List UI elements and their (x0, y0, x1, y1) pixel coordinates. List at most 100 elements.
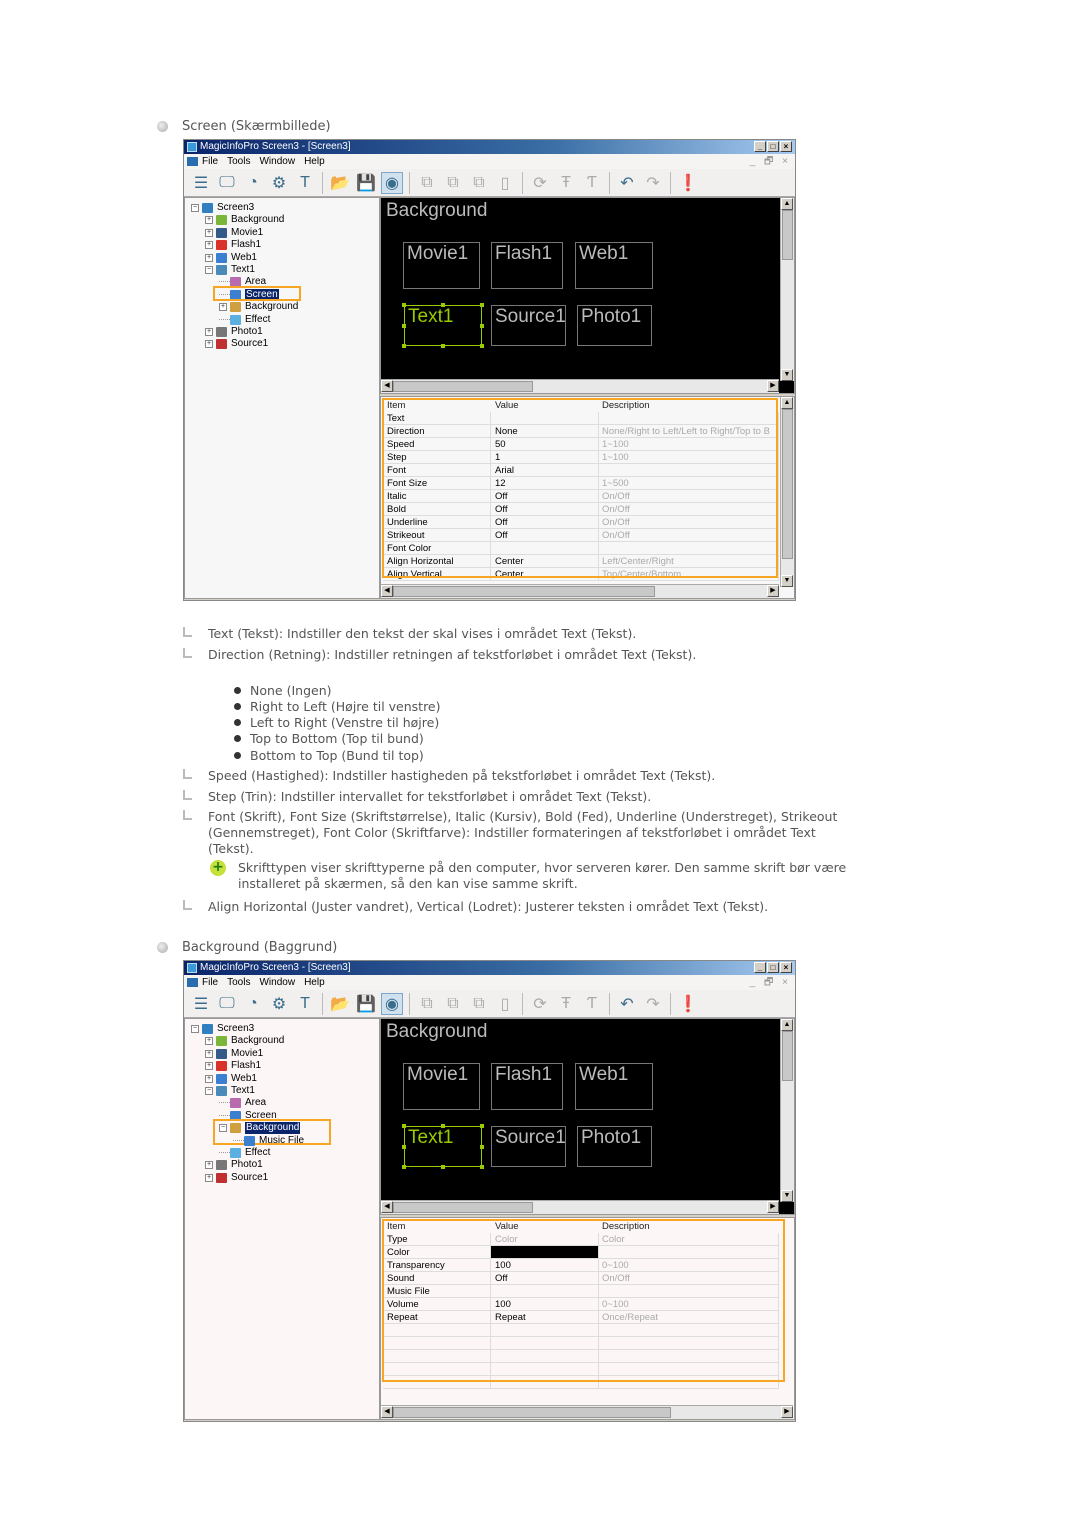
text-in-button[interactable]: Ŧ (555, 172, 577, 194)
scroll-thumb[interactable] (782, 210, 793, 260)
undo-button[interactable]: ↶ (616, 172, 638, 194)
expand-icon[interactable]: + (205, 253, 213, 262)
tree-node[interactable]: + Photo1 (205, 1159, 263, 1171)
expand-icon[interactable]: + (205, 1173, 213, 1182)
canvas-zone-flash1[interactable]: Flash1 (491, 242, 563, 289)
redo-button[interactable]: ↷ (642, 993, 664, 1015)
text-button[interactable]: T (294, 993, 316, 1015)
tree-node[interactable]: + Background (205, 214, 284, 226)
menu-tools[interactable]: Tools (227, 975, 250, 990)
expand-icon[interactable]: + (219, 303, 227, 312)
collapse-icon[interactable]: − (205, 266, 213, 274)
menu-tools[interactable]: Tools (227, 154, 250, 169)
add-layer-button[interactable]: ⧉ (416, 993, 438, 1015)
resize-handle[interactable] (480, 323, 484, 328)
open-folder-button[interactable]: 📂 (329, 172, 351, 194)
preview-eye-button[interactable]: ◉ (381, 992, 403, 1015)
canvas-zone-movie1[interactable]: Movie1 (403, 242, 480, 289)
tree-node[interactable]: Effect (219, 1147, 270, 1159)
preview-eye-button[interactable]: ◉ (381, 171, 403, 194)
resize-handle[interactable] (402, 344, 406, 348)
canvas-zone-photo1[interactable]: Photo1 (577, 305, 652, 346)
canvas-zone-flash1[interactable]: Flash1 (491, 1063, 563, 1110)
text-out-button[interactable]: Ƭ (581, 993, 603, 1015)
properties-horizontal-scrollbar[interactable]: ◀ ▶ (381, 584, 779, 598)
open-folder-button[interactable]: 📂 (329, 993, 351, 1015)
tree-node[interactable]: − Text1 (205, 1085, 255, 1097)
refresh-button[interactable]: ⟳ (529, 172, 551, 194)
expand-icon[interactable]: + (205, 1049, 213, 1058)
monitor-button[interactable]: 🖵 (216, 172, 238, 194)
resize-handle[interactable] (480, 1124, 484, 1128)
title-bar[interactable]: MagicInfoPro Screen3 - [Screen3] _ □ × (184, 961, 795, 975)
scroll-thumb[interactable] (393, 1407, 671, 1418)
text-in-button[interactable]: Ŧ (555, 993, 577, 1015)
scroll-down-button[interactable]: ▼ (781, 575, 793, 588)
scroll-thumb[interactable] (782, 409, 793, 560)
paste-layer-button[interactable]: ⧉ (468, 172, 490, 194)
resize-handle[interactable] (402, 303, 406, 307)
mdi-controls[interactable]: _ 🗗 × (750, 975, 791, 990)
tree-node[interactable]: Area (219, 1097, 266, 1109)
expand-icon[interactable]: + (205, 1161, 213, 1170)
resize-handle[interactable] (402, 1124, 406, 1128)
canvas-zone-web1[interactable]: Web1 (575, 1063, 653, 1110)
network-button[interactable]: ☰ (190, 172, 212, 194)
copy-layer-button[interactable]: ⧉ (442, 172, 464, 194)
scroll-up-button[interactable]: ▲ (781, 397, 793, 410)
maximize-button[interactable]: □ (767, 962, 779, 973)
scroll-thumb[interactable] (393, 381, 533, 393)
minimize-button[interactable]: _ (754, 141, 766, 152)
paste-layer-button[interactable]: ⧉ (468, 993, 490, 1015)
scroll-thumb[interactable] (782, 1031, 793, 1081)
scroll-down-button[interactable]: ▼ (781, 369, 793, 381)
resize-handle[interactable] (480, 303, 484, 307)
resize-handle[interactable] (441, 303, 445, 307)
scroll-left-button[interactable]: ◀ (381, 380, 393, 393)
resize-handle[interactable] (480, 1165, 484, 1169)
resize-handle[interactable] (441, 1124, 445, 1128)
maximize-button[interactable]: □ (767, 141, 779, 152)
text-button[interactable]: T (294, 172, 316, 194)
title-bar[interactable]: MagicInfoPro Screen3 - [Screen3] _ □ × (184, 140, 795, 154)
tree-node[interactable]: − Text1 (205, 264, 255, 276)
tree-node[interactable]: Music File (233, 1135, 304, 1147)
menu-file[interactable]: File (202, 154, 218, 169)
resize-handle[interactable] (402, 1165, 406, 1169)
tree-node[interactable]: + Web1 (205, 1073, 257, 1085)
collapse-icon[interactable]: − (191, 204, 199, 212)
save-button[interactable]: 💾 (355, 993, 377, 1015)
expand-icon[interactable]: + (205, 241, 213, 250)
scroll-thumb[interactable] (393, 586, 655, 597)
menu-help[interactable]: Help (304, 975, 325, 990)
resize-handle[interactable] (402, 323, 406, 328)
resize-handle[interactable] (480, 344, 484, 348)
tree-node[interactable]: + Background (219, 301, 298, 313)
collapse-icon[interactable]: − (205, 1087, 213, 1095)
scroll-thumb[interactable] (393, 1202, 533, 1214)
scroll-right-button[interactable]: ▶ (767, 585, 779, 597)
resize-handle[interactable] (441, 1165, 445, 1169)
clock-button[interactable]: ◔ (242, 993, 264, 1015)
refresh-button[interactable]: ⟳ (529, 993, 551, 1015)
canvas-zone-text1[interactable]: Text1 (404, 1126, 482, 1167)
expand-icon[interactable]: + (205, 228, 213, 237)
tree-node[interactable]: + Web1 (205, 252, 257, 264)
minimize-button[interactable]: _ (754, 962, 766, 973)
text-out-button[interactable]: Ƭ (581, 172, 603, 194)
properties-horizontal-scrollbar[interactable]: ◀ ▶ (381, 1405, 793, 1419)
close-button[interactable]: × (780, 141, 792, 152)
info-button[interactable]: ❗ (677, 172, 699, 194)
close-button[interactable]: × (780, 962, 792, 973)
canvas-zone-web1[interactable]: Web1 (575, 242, 653, 289)
resize-handle[interactable] (480, 1144, 484, 1149)
canvas-zone-photo1[interactable]: Photo1 (577, 1126, 652, 1167)
scroll-left-button[interactable]: ◀ (381, 1201, 393, 1214)
tree-node[interactable]: + Movie1 (205, 1048, 263, 1060)
canvas-zone-text1[interactable]: Text1 (404, 305, 482, 346)
canvas-vertical-scrollbar[interactable]: ▲ ▼ (780, 1019, 794, 1202)
scroll-right-button[interactable]: ▶ (767, 380, 779, 393)
menu-window[interactable]: Window (259, 975, 295, 990)
canvas-zone-source1[interactable]: Source1 (491, 1126, 566, 1167)
tree-node[interactable]: + Source1 (205, 1172, 268, 1184)
